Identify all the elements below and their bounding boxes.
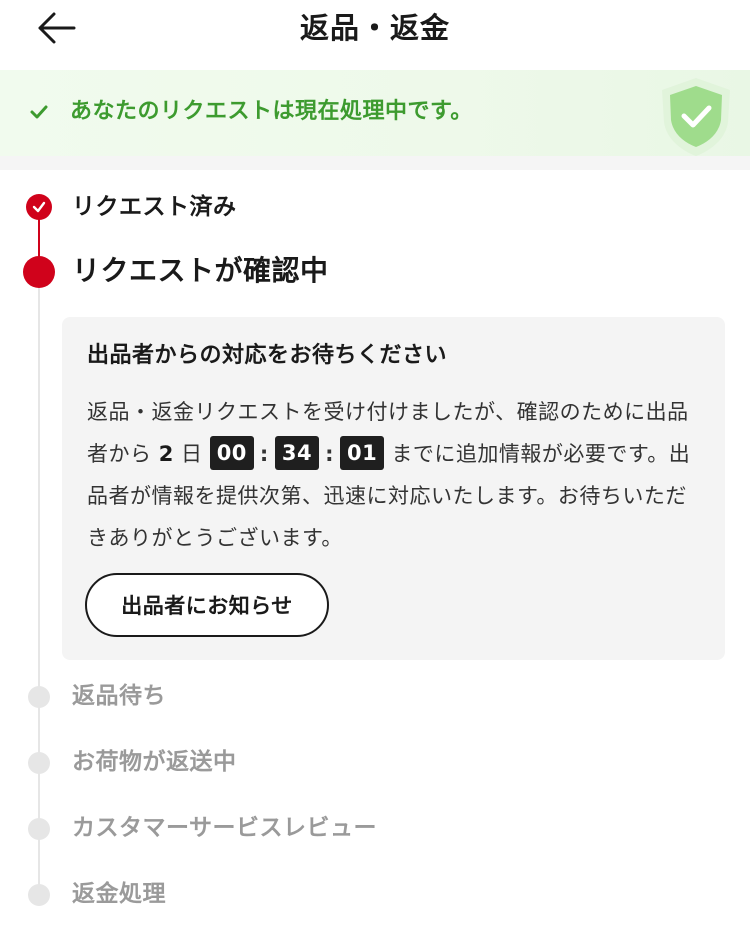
countdown-colon: :: [325, 442, 334, 466]
step-requested: リクエスト済み: [72, 194, 237, 220]
step-refund-processing: 返金処理: [72, 881, 166, 907]
step-pending-marker: [28, 818, 50, 840]
countdown-days: 2: [158, 442, 174, 466]
check-icon: [30, 105, 48, 119]
card-body-after: までに追加情報が必要です。出品者が情報を提供次第、迅速に対応いたします。お待ちい…: [87, 442, 691, 550]
countdown-minutes: 34: [274, 436, 320, 470]
page-title: 返品・返金: [299, 11, 450, 45]
notify-seller-button[interactable]: 出品者にお知らせ: [85, 573, 329, 637]
header: 返品・返金: [0, 0, 750, 64]
step-package-returning: お荷物が返送中: [72, 749, 237, 775]
step-done-marker: [26, 194, 52, 220]
seller-response-card: 出品者からの対応をお待ちください 返品・返金リクエストを受け付けましたが、確認の…: [62, 317, 725, 660]
step-pending-marker: [28, 686, 50, 708]
countdown-seconds: 01: [339, 436, 385, 470]
countdown-day-unit: 日: [181, 442, 203, 466]
check-icon: [32, 201, 46, 213]
step-awaiting-return: 返品待ち: [72, 683, 166, 709]
step-pending-marker: [28, 752, 50, 774]
step-customer-service-review: カスタマーサービスレビュー: [72, 815, 378, 841]
countdown-hours: 00: [209, 436, 254, 470]
shield-check-icon: [662, 78, 730, 156]
countdown-colon: :: [259, 442, 269, 466]
section-divider: [0, 156, 750, 170]
status-banner: あなたのリクエストは現在処理中です。: [0, 70, 750, 156]
progress-timeline: リクエスト済み リクエストが確認中 出品者からの対応をお待ちください 返品・返金…: [0, 170, 750, 949]
step-reviewing: リクエストが確認中: [72, 254, 329, 287]
step-pending-marker: [28, 884, 50, 906]
timeline-line-pending: [38, 288, 40, 898]
status-text: あなたのリクエストは現在処理中です。: [70, 99, 473, 124]
card-title: 出品者からの対応をお待ちください: [87, 343, 448, 368]
card-body: 返品・返金リクエストを受け付けましたが、確認のために出品者から 2 日 00:3…: [87, 391, 703, 559]
step-current-marker: [23, 256, 55, 288]
